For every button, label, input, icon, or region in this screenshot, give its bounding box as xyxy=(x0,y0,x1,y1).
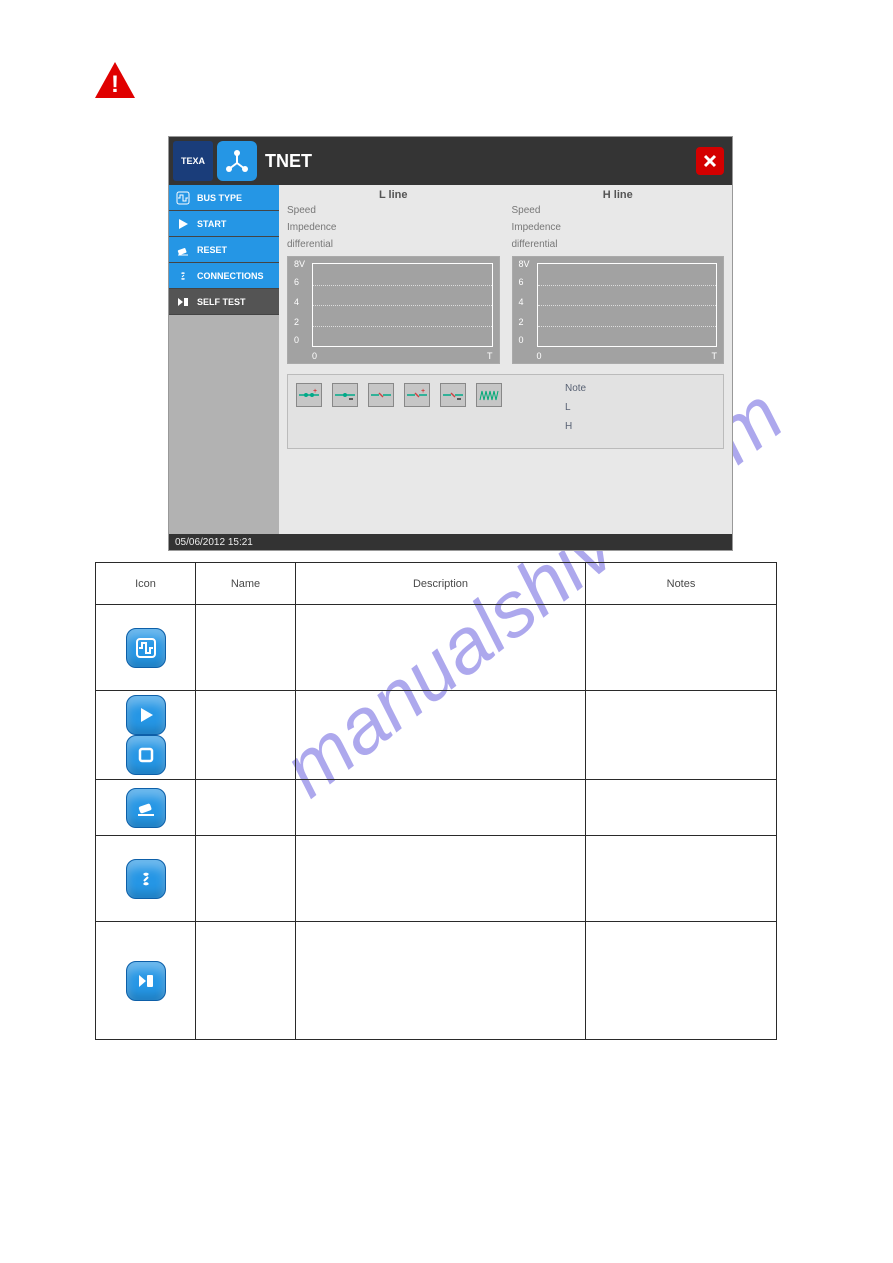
y-tick: 2 xyxy=(519,317,524,327)
fault-icon-4[interactable]: + xyxy=(404,383,430,407)
y-tick: 4 xyxy=(519,297,524,307)
status-bar: 05/06/2012 15:21 xyxy=(169,534,732,550)
param-label: Speed xyxy=(512,205,725,216)
y-tick: 2 xyxy=(294,317,299,327)
x-tick: T xyxy=(712,351,718,361)
y-tick: 4 xyxy=(294,297,299,307)
note-h: H xyxy=(565,421,715,432)
reference-table: Icon Name Description Notes xyxy=(95,562,777,1040)
play-icon xyxy=(174,215,192,233)
warning-icon: ! xyxy=(95,62,135,101)
param-label: differential xyxy=(512,239,725,250)
sidebar-item-label: START xyxy=(197,219,226,229)
l-line-graph: 8V 6 4 2 0 0 T xyxy=(287,256,500,364)
reset-button[interactable] xyxy=(126,788,166,828)
stop-icon xyxy=(135,744,157,766)
fault-icon-1[interactable]: + xyxy=(296,383,322,407)
table-row xyxy=(96,922,777,1040)
y-axis-label: 8V xyxy=(519,259,530,269)
sidebar-item-label: CONNECTIONS xyxy=(197,271,264,281)
tnet-app-window: TEXA TNET BUS TYPE START RESET CO xyxy=(168,136,733,551)
fault-icon-panel: + + Note L H xyxy=(287,374,724,449)
self-test-button[interactable] xyxy=(126,961,166,1001)
y-tick: 0 xyxy=(519,335,524,345)
col-name: Name xyxy=(196,563,296,605)
fault-icon-5[interactable] xyxy=(440,383,466,407)
table-row xyxy=(96,691,777,780)
x-tick: 0 xyxy=(537,351,542,361)
y-tick: 6 xyxy=(519,277,524,287)
waveform-icon xyxy=(135,637,157,659)
status-timestamp: 05/06/2012 15:21 xyxy=(175,537,253,548)
table-header-row: Icon Name Description Notes xyxy=(96,563,777,605)
network-icon xyxy=(217,141,257,181)
svg-text:+: + xyxy=(421,388,425,395)
table-row xyxy=(96,780,777,836)
column-title: H line xyxy=(512,189,725,201)
l-line-column: L line Speed Impedence differential 8V 6… xyxy=(287,189,500,364)
connections-button[interactable] xyxy=(126,859,166,899)
column-title: L line xyxy=(287,189,500,201)
close-button[interactable] xyxy=(696,147,724,175)
svg-text:+: + xyxy=(313,388,317,395)
fault-icon-6[interactable] xyxy=(476,383,502,407)
self-test-icon xyxy=(174,293,192,311)
param-label: Speed xyxy=(287,205,500,216)
x-tick: 0 xyxy=(312,351,317,361)
main-panel: L line Speed Impedence differential 8V 6… xyxy=(279,185,732,534)
table-row xyxy=(96,605,777,691)
notes-panel: Note L H xyxy=(565,383,715,440)
param-label: Impedence xyxy=(512,222,725,233)
note-l: L xyxy=(565,402,715,413)
h-line-graph: 8V 6 4 2 0 0 T xyxy=(512,256,725,364)
notes-title: Note xyxy=(565,383,715,394)
stop-button[interactable] xyxy=(126,735,166,775)
sidebar-item-label: SELF TEST xyxy=(197,297,246,307)
fault-icon-3[interactable] xyxy=(368,383,394,407)
h-line-column: H line Speed Impedence differential 8V 6… xyxy=(512,189,725,364)
sidebar-item-label: RESET xyxy=(197,245,227,255)
sidebar-item-start[interactable]: START xyxy=(169,211,279,237)
sidebar-item-connections[interactable]: CONNECTIONS xyxy=(169,263,279,289)
sidebar-item-label: BUS TYPE xyxy=(197,193,242,203)
y-tick: 6 xyxy=(294,277,299,287)
col-desc: Description xyxy=(296,563,586,605)
waveform-icon xyxy=(174,189,192,207)
table-row xyxy=(96,836,777,922)
sidebar-item-bus-type[interactable]: BUS TYPE xyxy=(169,185,279,211)
y-axis-label: 8V xyxy=(294,259,305,269)
sidebar-item-reset[interactable]: RESET xyxy=(169,237,279,263)
col-notes: Notes xyxy=(586,563,777,605)
col-icon: Icon xyxy=(96,563,196,605)
fault-icon-2[interactable] xyxy=(332,383,358,407)
eraser-icon xyxy=(174,241,192,259)
param-label: Impedence xyxy=(287,222,500,233)
app-title: TNET xyxy=(265,151,312,172)
texa-logo: TEXA xyxy=(173,141,213,181)
link-icon xyxy=(174,267,192,285)
self-test-icon xyxy=(135,970,157,992)
bus-type-button[interactable] xyxy=(126,628,166,668)
link-icon xyxy=(135,868,157,890)
svg-text:!: ! xyxy=(111,71,119,98)
param-label: differential xyxy=(287,239,500,250)
eraser-icon xyxy=(135,797,157,819)
x-tick: T xyxy=(487,351,493,361)
sidebar-item-self-test[interactable]: SELF TEST xyxy=(169,289,279,315)
app-header: TEXA TNET xyxy=(169,137,732,185)
close-icon xyxy=(702,153,718,169)
play-button[interactable] xyxy=(126,695,166,735)
y-tick: 0 xyxy=(294,335,299,345)
sidebar: BUS TYPE START RESET CONNECTIONS SELF TE… xyxy=(169,185,279,534)
play-icon xyxy=(135,704,157,726)
